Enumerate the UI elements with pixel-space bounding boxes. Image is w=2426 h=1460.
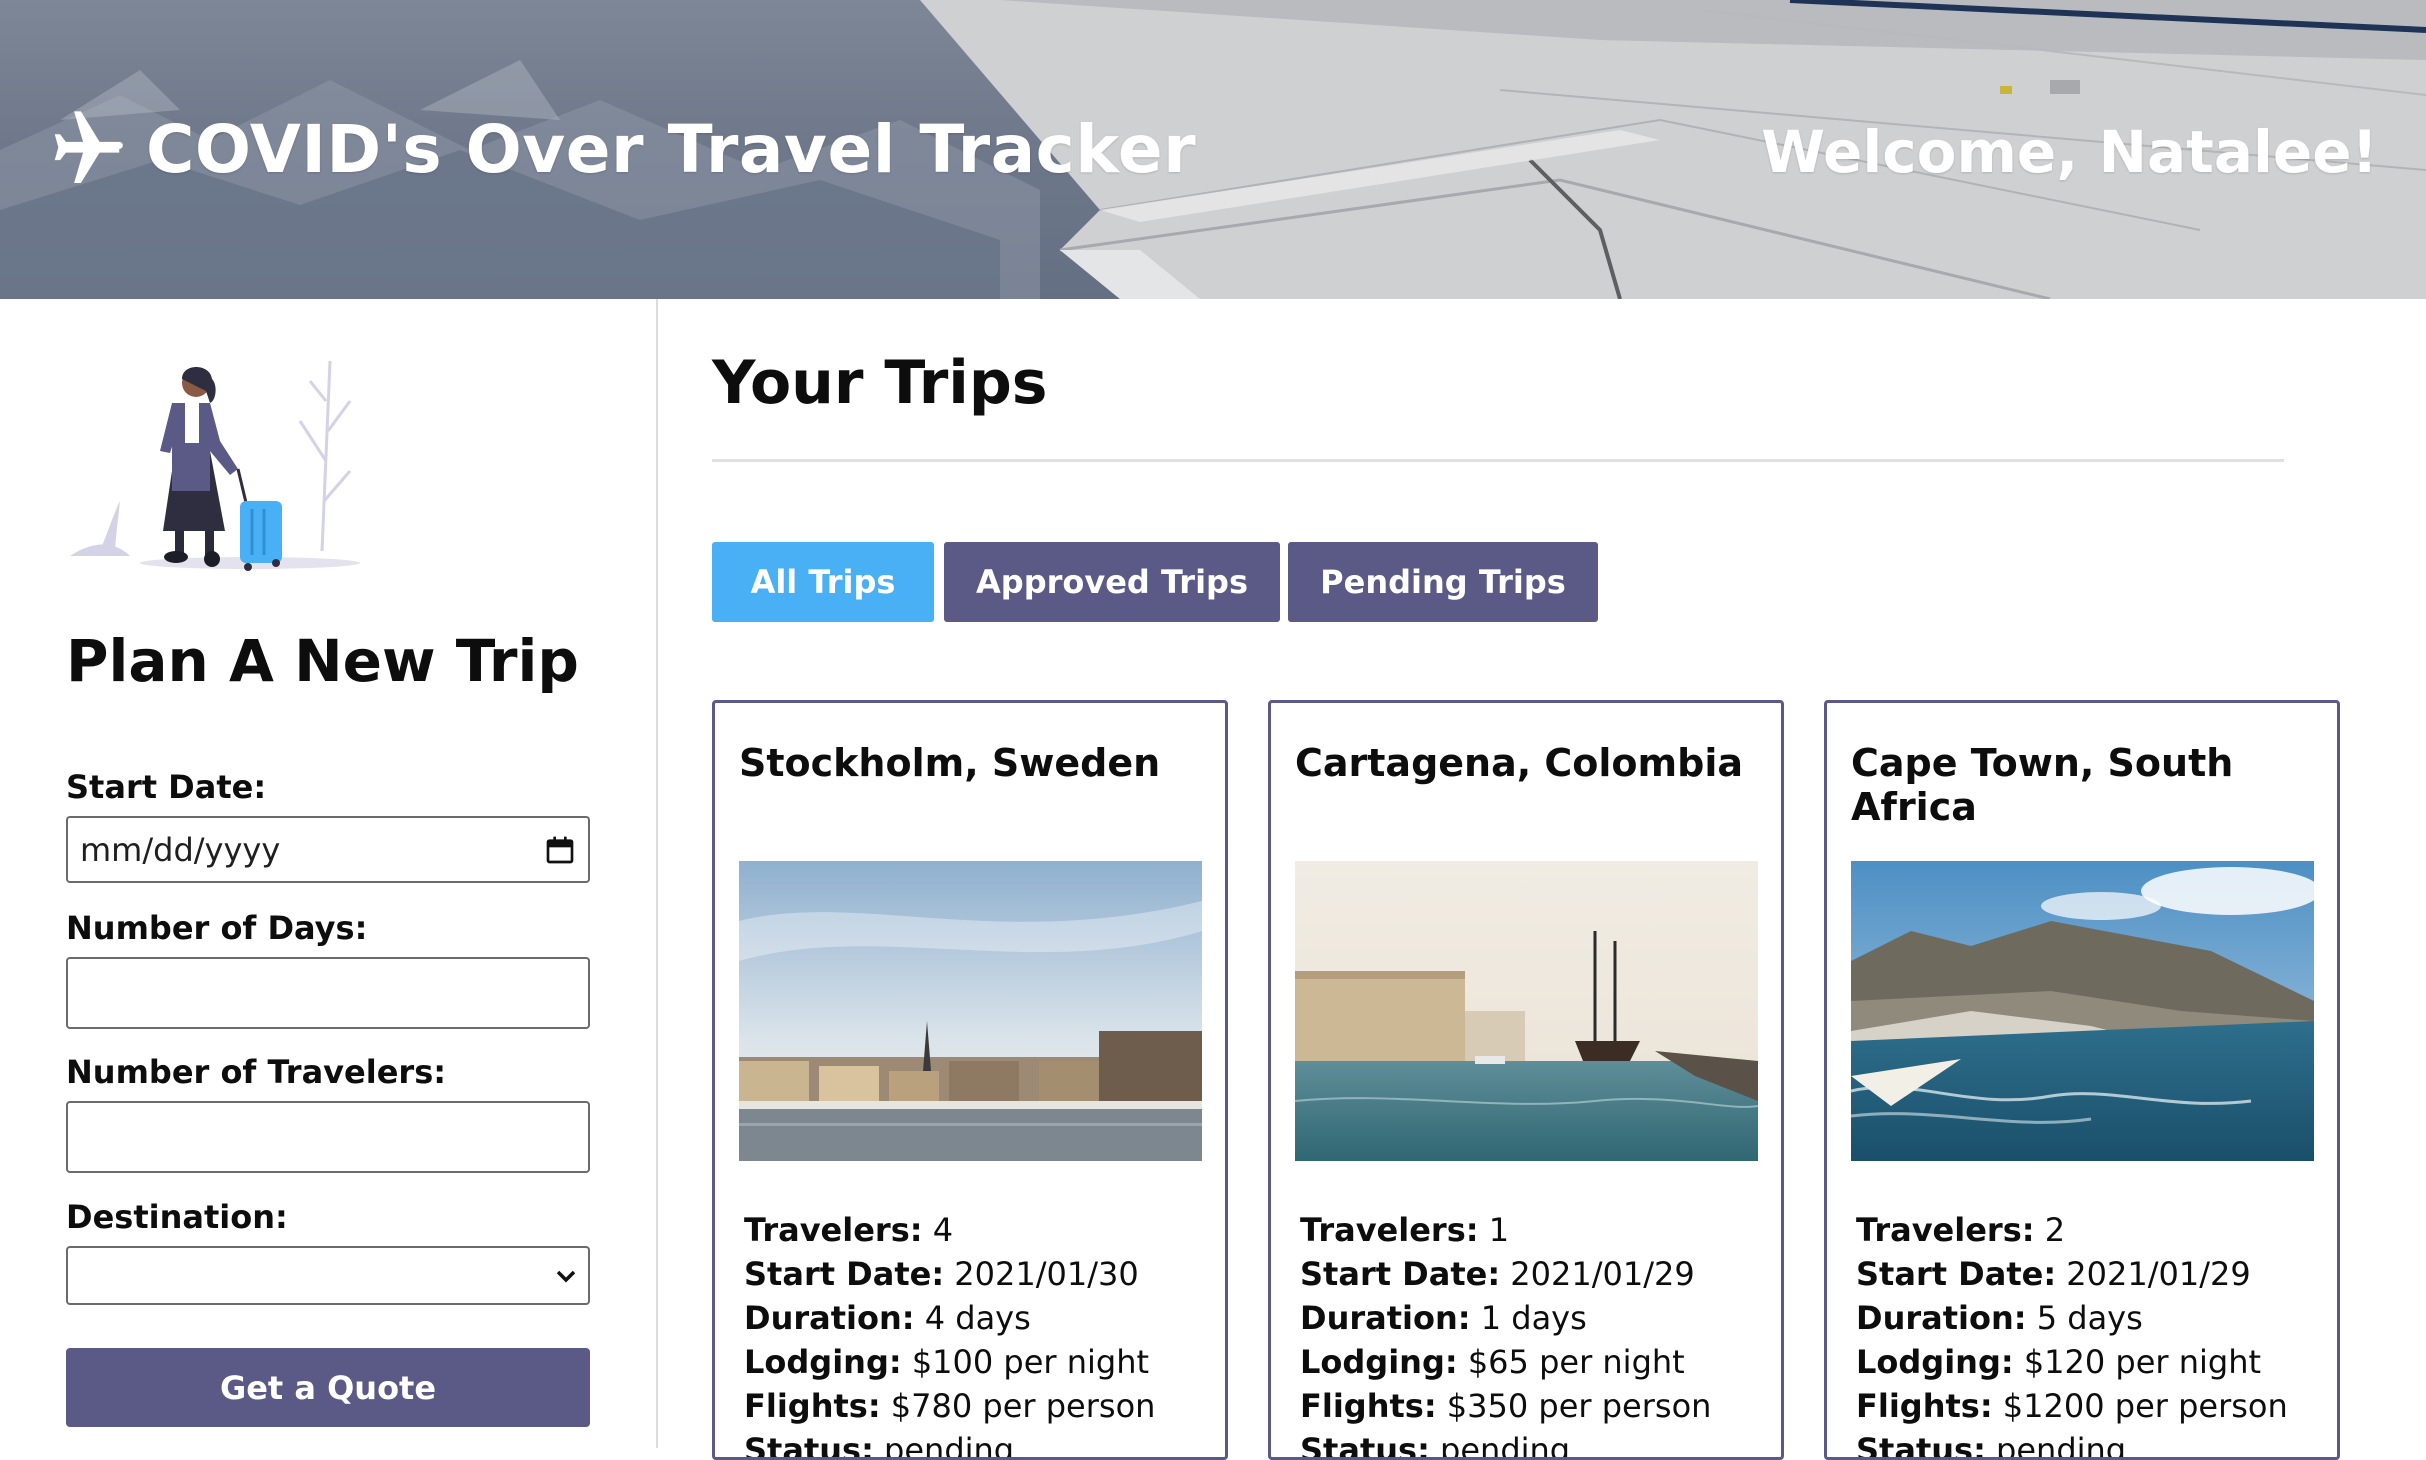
trip-card[interactable]: Cartagena, Colombia Travelers: 1 Start D…	[1268, 700, 1784, 1460]
tab-pending-trips[interactable]: Pending Trips	[1288, 542, 1598, 622]
trip-duration: Duration: 1 days	[1300, 1299, 1587, 1337]
days-label: Number of Days:	[66, 909, 368, 947]
trip-duration: Duration: 4 days	[744, 1299, 1031, 1337]
plan-trip-sidebar: Plan A New Trip Start Date: mm/dd/yyyy N…	[0, 299, 658, 1448]
start-date-input[interactable]: mm/dd/yyyy	[66, 816, 590, 883]
title-divider	[712, 459, 2284, 462]
trip-photo	[739, 861, 1202, 1161]
days-input[interactable]	[66, 957, 590, 1029]
trip-duration: Duration: 5 days	[1856, 1299, 2143, 1337]
trip-details: Travelers: 1 Start Date: 2021/01/29 Dura…	[1300, 1208, 1712, 1460]
airplane-icon	[54, 111, 123, 184]
trip-travelers: Travelers: 1	[1300, 1211, 1510, 1249]
trip-details: Travelers: 4 Start Date: 2021/01/30 Dura…	[744, 1208, 1156, 1460]
start-date-label: Start Date:	[66, 768, 267, 806]
tab-approved-trips[interactable]: Approved Trips	[944, 542, 1280, 622]
trip-status: Status: pending	[744, 1431, 1015, 1460]
calendar-icon[interactable]	[544, 833, 576, 867]
destination-select[interactable]	[66, 1246, 590, 1305]
trip-destination: Cape Town, South Africa	[1851, 741, 2234, 829]
destination-label: Destination:	[66, 1198, 288, 1236]
trip-travelers: Travelers: 4	[744, 1211, 954, 1249]
header-banner: COVID's Over Travel Tracker Welcome, Nat…	[0, 0, 2426, 299]
welcome-message: Welcome, Natalee!	[1761, 118, 2378, 186]
trip-lodging: Lodging: $65 per night	[1300, 1343, 1685, 1381]
trip-card[interactable]: Cape Town, South Africa Travelers: 2 Sta…	[1824, 700, 2340, 1460]
trip-photo	[1851, 861, 2314, 1161]
start-date-placeholder: mm/dd/yyyy	[80, 830, 281, 869]
trip-start-date: Start Date: 2021/01/30	[744, 1255, 1139, 1293]
trip-start-date: Start Date: 2021/01/29	[1856, 1255, 2251, 1293]
plan-trip-title: Plan A New Trip	[66, 627, 579, 695]
travelers-input[interactable]	[66, 1101, 590, 1173]
trip-status: Status: pending	[1856, 1431, 2127, 1460]
chevron-down-icon	[556, 1270, 576, 1282]
your-trips-title: Your Trips	[712, 348, 1048, 418]
trip-lodging: Lodging: $100 per night	[744, 1343, 1150, 1381]
app-title: COVID's Over Travel Tracker	[146, 110, 1197, 188]
trip-card[interactable]: Stockholm, Sweden Travelers: 4 Start Dat…	[712, 700, 1228, 1460]
trip-destination: Stockholm, Sweden	[739, 741, 1161, 785]
trip-travelers: Travelers: 2	[1856, 1211, 2066, 1249]
trip-status: Status: pending	[1300, 1431, 1571, 1460]
get-quote-button[interactable]: Get a Quote	[66, 1348, 590, 1427]
trip-flights: Flights: $1200 per person	[1856, 1387, 2288, 1425]
traveler-illustration	[70, 360, 360, 571]
travelers-label: Number of Travelers:	[66, 1053, 447, 1091]
trip-flights: Flights: $780 per person	[744, 1387, 1156, 1425]
trip-start-date: Start Date: 2021/01/29	[1300, 1255, 1695, 1293]
tab-all-trips[interactable]: All Trips	[712, 542, 934, 622]
app-brand: COVID's Over Travel Tracker	[44, 106, 1196, 192]
trip-destination: Cartagena, Colombia	[1295, 741, 1744, 785]
trip-flights: Flights: $350 per person	[1300, 1387, 1712, 1425]
trip-lodging: Lodging: $120 per night	[1856, 1343, 2262, 1381]
trip-details: Travelers: 2 Start Date: 2021/01/29 Dura…	[1856, 1208, 2288, 1460]
trip-photo	[1295, 861, 1758, 1161]
